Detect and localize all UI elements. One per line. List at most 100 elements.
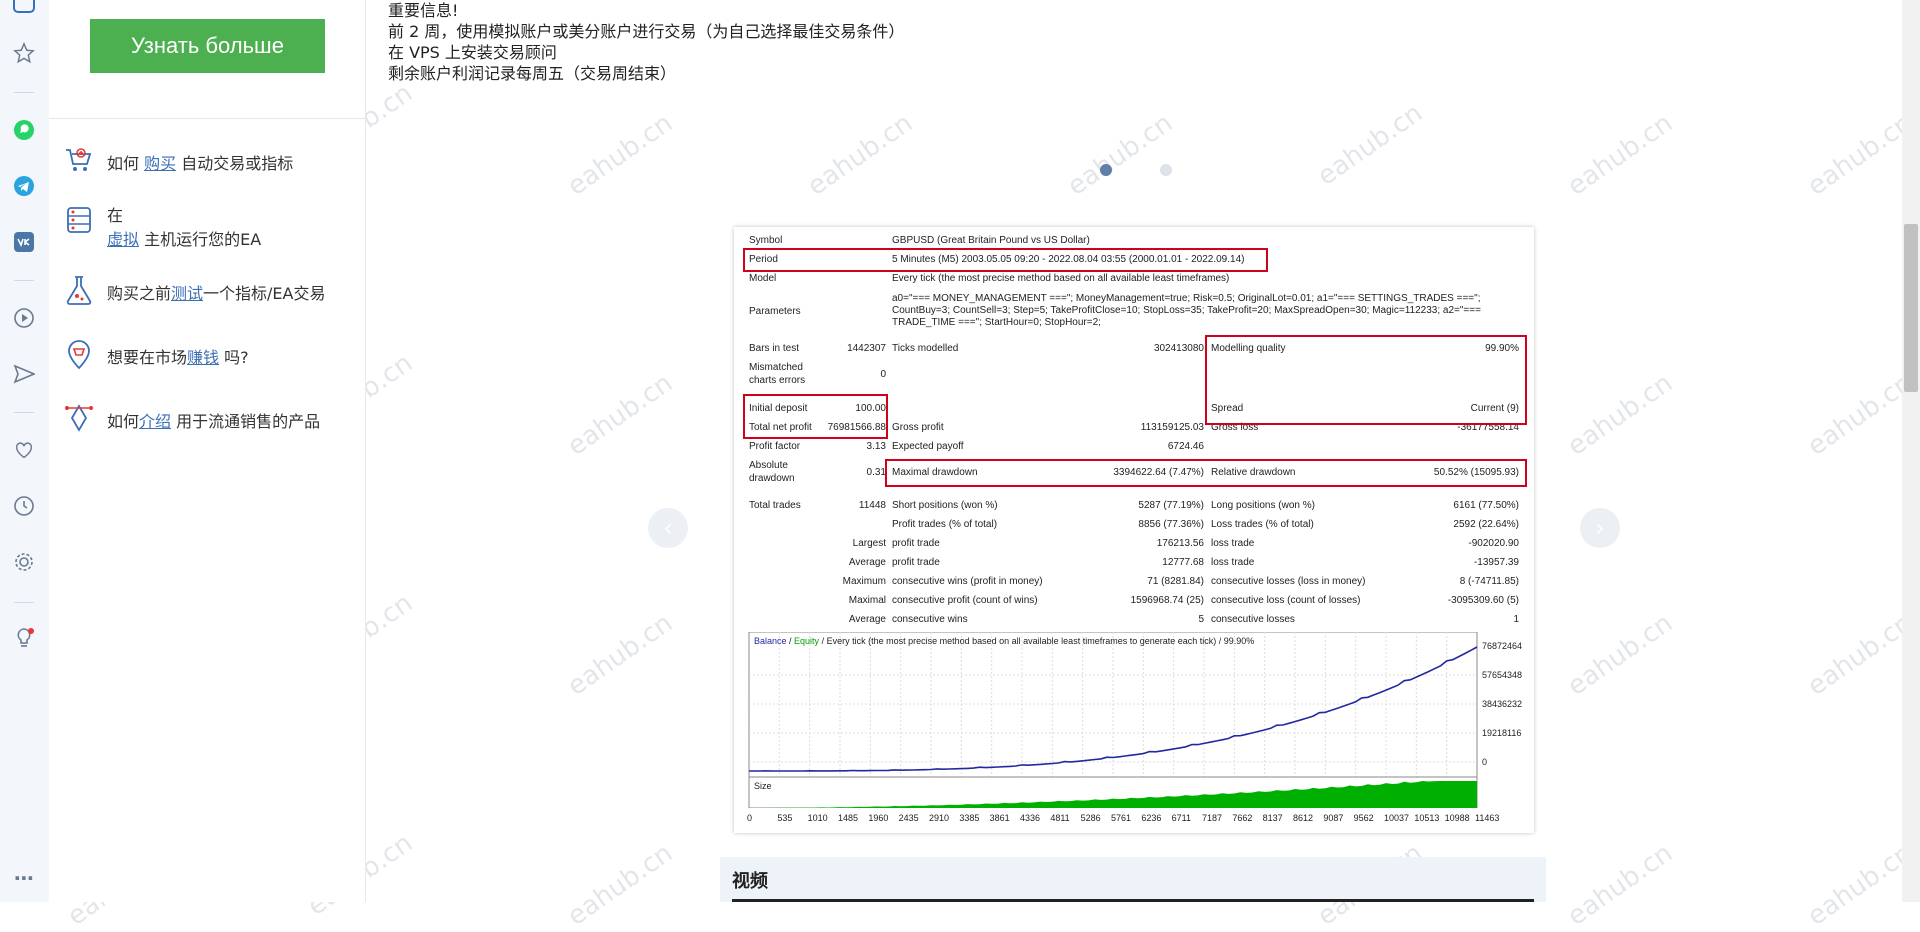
row-prefix: Average xyxy=(848,557,886,568)
heart-icon[interactable] xyxy=(12,438,36,462)
video-section-header: 视频 xyxy=(720,857,1546,902)
important-info: 重要信息! 前 2 周，使用模拟账户或美分账户进行交易（为自己选择最佳交易条件）… xyxy=(388,0,904,84)
total-trades-label: Total trades xyxy=(749,500,801,511)
carousel-next-button[interactable]: › xyxy=(1580,508,1620,548)
scrollbar-thumb[interactable] xyxy=(1904,224,1918,392)
learn-more-button[interactable]: Узнать больше xyxy=(90,19,325,73)
chevron-left-icon: ‹ xyxy=(663,514,673,542)
row-a-value: 12777.68 xyxy=(1162,557,1204,568)
menu-item-test: 购买之前测试一个指标/EA交易 xyxy=(63,274,363,306)
virtual-link[interactable]: 虚拟 xyxy=(107,230,139,249)
rail-divider xyxy=(14,280,34,281)
x-tick-label: 7662 xyxy=(1232,813,1253,823)
lightbulb-icon[interactable] xyxy=(12,626,36,650)
x-tick-label: 3861 xyxy=(989,813,1010,823)
carousel-prev-button[interactable]: ‹ xyxy=(648,508,688,548)
row-b-value: 8 (-74711.85) xyxy=(1459,576,1519,587)
total-trades-value: 11448 xyxy=(858,500,886,511)
row-prefix: Largest xyxy=(852,538,886,549)
x-tick-label: 0 xyxy=(747,813,753,823)
parameters-line: CountBuy=3; CountSell=3; Step=5; TakePro… xyxy=(892,305,1481,316)
x-tick-label: 4811 xyxy=(1050,813,1070,823)
page-scrollbar[interactable] xyxy=(1902,0,1920,902)
app-logo-icon[interactable] xyxy=(12,0,36,14)
more-icon[interactable]: ⋯ xyxy=(12,866,36,890)
menu-text: 如何 xyxy=(107,412,140,431)
carousel-dot-active[interactable] xyxy=(1100,164,1112,176)
menu-item-vps: 在虚拟 主机运行您的EA xyxy=(63,204,363,252)
gear-icon[interactable] xyxy=(12,550,36,574)
whatsapp-icon[interactable] xyxy=(12,118,36,142)
x-tick-label: 3385 xyxy=(959,813,980,823)
legend-sep: / xyxy=(787,636,795,646)
x-tick-label: 1485 xyxy=(838,813,859,823)
row-b-value: -902020.90 xyxy=(1468,538,1519,549)
expected-payoff-label: Expected payoff xyxy=(892,441,964,452)
y-tick-label: 0 xyxy=(1482,757,1487,767)
row-a-value: 71 (8281.84) xyxy=(1147,576,1204,587)
symbol-label: Symbol xyxy=(749,235,783,246)
vk-icon[interactable] xyxy=(12,230,36,254)
row-b-value: -3095309.60 (5) xyxy=(1447,595,1519,606)
y-tick-label: 38436232 xyxy=(1482,699,1522,709)
send-icon[interactable] xyxy=(12,362,36,386)
short-value: 5287 (77.19%) xyxy=(1138,500,1204,511)
info-line: 剩余账户利润记录每周五（交易周结束） xyxy=(388,64,677,83)
clock-icon[interactable] xyxy=(12,494,36,518)
menu-text: 主机运行您的EA xyxy=(139,230,262,249)
long-label: Long positions (won %) xyxy=(1211,500,1315,511)
svg-text:Balance / Equity / Every tick: Balance / Equity / Every tick (the most … xyxy=(754,636,1254,646)
gross-profit-label: Gross profit xyxy=(892,422,944,433)
row-a-label: profit trade xyxy=(892,538,940,549)
row-a-value: 1596968.74 (25) xyxy=(1130,595,1204,606)
mismatch-value: 0 xyxy=(880,369,886,380)
highlight-deposit-profit xyxy=(743,394,888,439)
buy-link[interactable]: 购买 xyxy=(144,154,176,173)
row-b-value: 1 xyxy=(1513,614,1519,625)
abs-drawdown-label: Absolute xyxy=(749,460,788,471)
model-label: Model xyxy=(749,273,777,284)
telegram-icon[interactable] xyxy=(12,174,36,198)
ticks-label: Ticks modelled xyxy=(892,343,959,354)
test-link[interactable]: 测试 xyxy=(171,284,203,303)
x-tick-label: 6711 xyxy=(1171,813,1192,823)
menu-text: 如何 xyxy=(107,154,145,173)
profit-factor-value: 3.13 xyxy=(866,441,886,452)
row-prefix: Average xyxy=(848,614,886,625)
row-b-value: -13957.39 xyxy=(1473,557,1519,568)
x-tick-label: 10513 xyxy=(1414,813,1440,823)
symbol-value: GBPUSD (Great Britain Pound vs US Dollar… xyxy=(892,235,1090,246)
server-icon xyxy=(67,207,91,233)
carousel-dot[interactable] xyxy=(1160,164,1173,176)
left-panel: Узнать больше 如何 购买 自动交易或指标 在虚拟 主机运行您的EA… xyxy=(49,0,366,902)
short-label: Short positions (won %) xyxy=(892,500,998,511)
introduce-link[interactable]: 介绍 xyxy=(139,412,171,431)
menu-text: 用于流通销售的产品 xyxy=(171,412,321,431)
play-icon[interactable] xyxy=(12,306,36,330)
rail-divider xyxy=(14,602,34,603)
x-tick-label: 2910 xyxy=(929,813,950,823)
strategy-tester-report[interactable]: Symbol GBPUSD (Great Britain Pound vs US… xyxy=(734,227,1534,833)
size-label: Size xyxy=(754,781,772,791)
y-tick-label: 19218116 xyxy=(1482,728,1521,738)
earn-link[interactable]: 赚钱 xyxy=(187,348,219,367)
star-icon[interactable] xyxy=(12,41,36,65)
x-tick-label: 1960 xyxy=(868,813,889,823)
row-b-label: loss trade xyxy=(1211,538,1255,549)
legend-rest: / Every tick (the most precise method ba… xyxy=(819,636,1254,646)
menu-text: 一个指标/EA交易 xyxy=(203,284,326,303)
model-value: Every tick (the most precise method base… xyxy=(892,273,1230,284)
main-content: 重要信息! 前 2 周，使用模拟账户或美分账户进行交易（为自己选择最佳交易条件）… xyxy=(366,0,1900,902)
info-line: 在 VPS 上安装交易顾问 xyxy=(388,43,557,62)
row-b-label: consecutive loss (count of losses) xyxy=(1211,595,1361,606)
row-b-label: consecutive losses (loss in money) xyxy=(1211,576,1366,587)
shopping-cart-icon xyxy=(66,148,92,171)
menu-item-earn: 想要在市场赚钱 吗? xyxy=(63,338,363,370)
x-tick-label: 4336 xyxy=(1020,813,1041,823)
x-tick-label: 1010 xyxy=(807,813,828,823)
loss-trades-label: Loss trades (% of total) xyxy=(1211,519,1314,530)
row-a-label: consecutive wins (profit in money) xyxy=(892,576,1043,587)
video-heading: 视频 xyxy=(732,871,768,892)
x-tick-label: 10988 xyxy=(1444,813,1470,823)
x-tick-label: 10037 xyxy=(1384,813,1410,823)
